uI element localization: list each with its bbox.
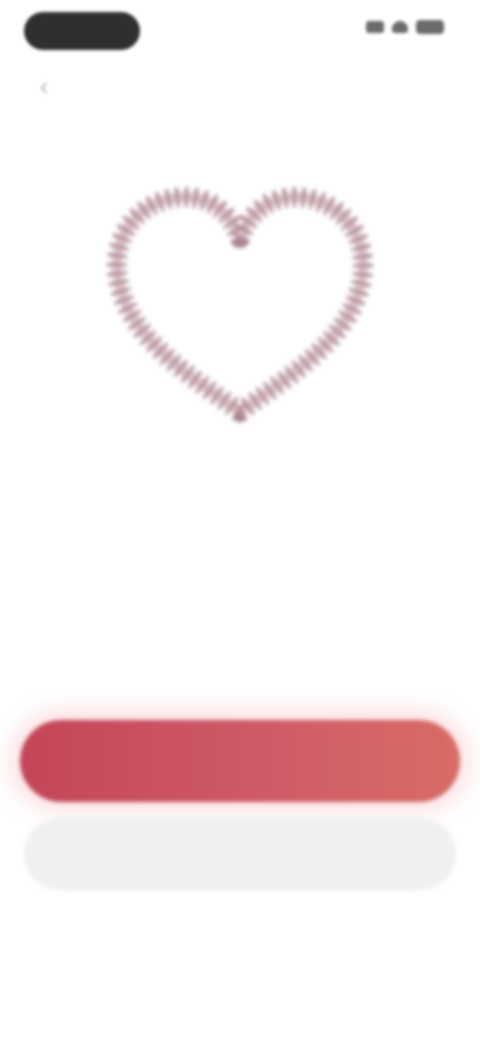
status-icons	[366, 20, 444, 34]
battery-icon	[416, 20, 444, 34]
navigation-bar: ‹	[0, 66, 480, 106]
wifi-icon	[392, 21, 408, 33]
status-bar	[0, 0, 480, 60]
secondary-action-button[interactable]	[24, 818, 456, 890]
status-time	[24, 12, 140, 50]
signal-icon	[366, 21, 384, 33]
chevron-left-icon: ‹	[39, 70, 49, 101]
back-button[interactable]: ‹	[28, 70, 60, 102]
heart-icon	[107, 187, 373, 422]
primary-action-button[interactable]	[20, 720, 460, 802]
heart-illustration	[90, 150, 390, 450]
